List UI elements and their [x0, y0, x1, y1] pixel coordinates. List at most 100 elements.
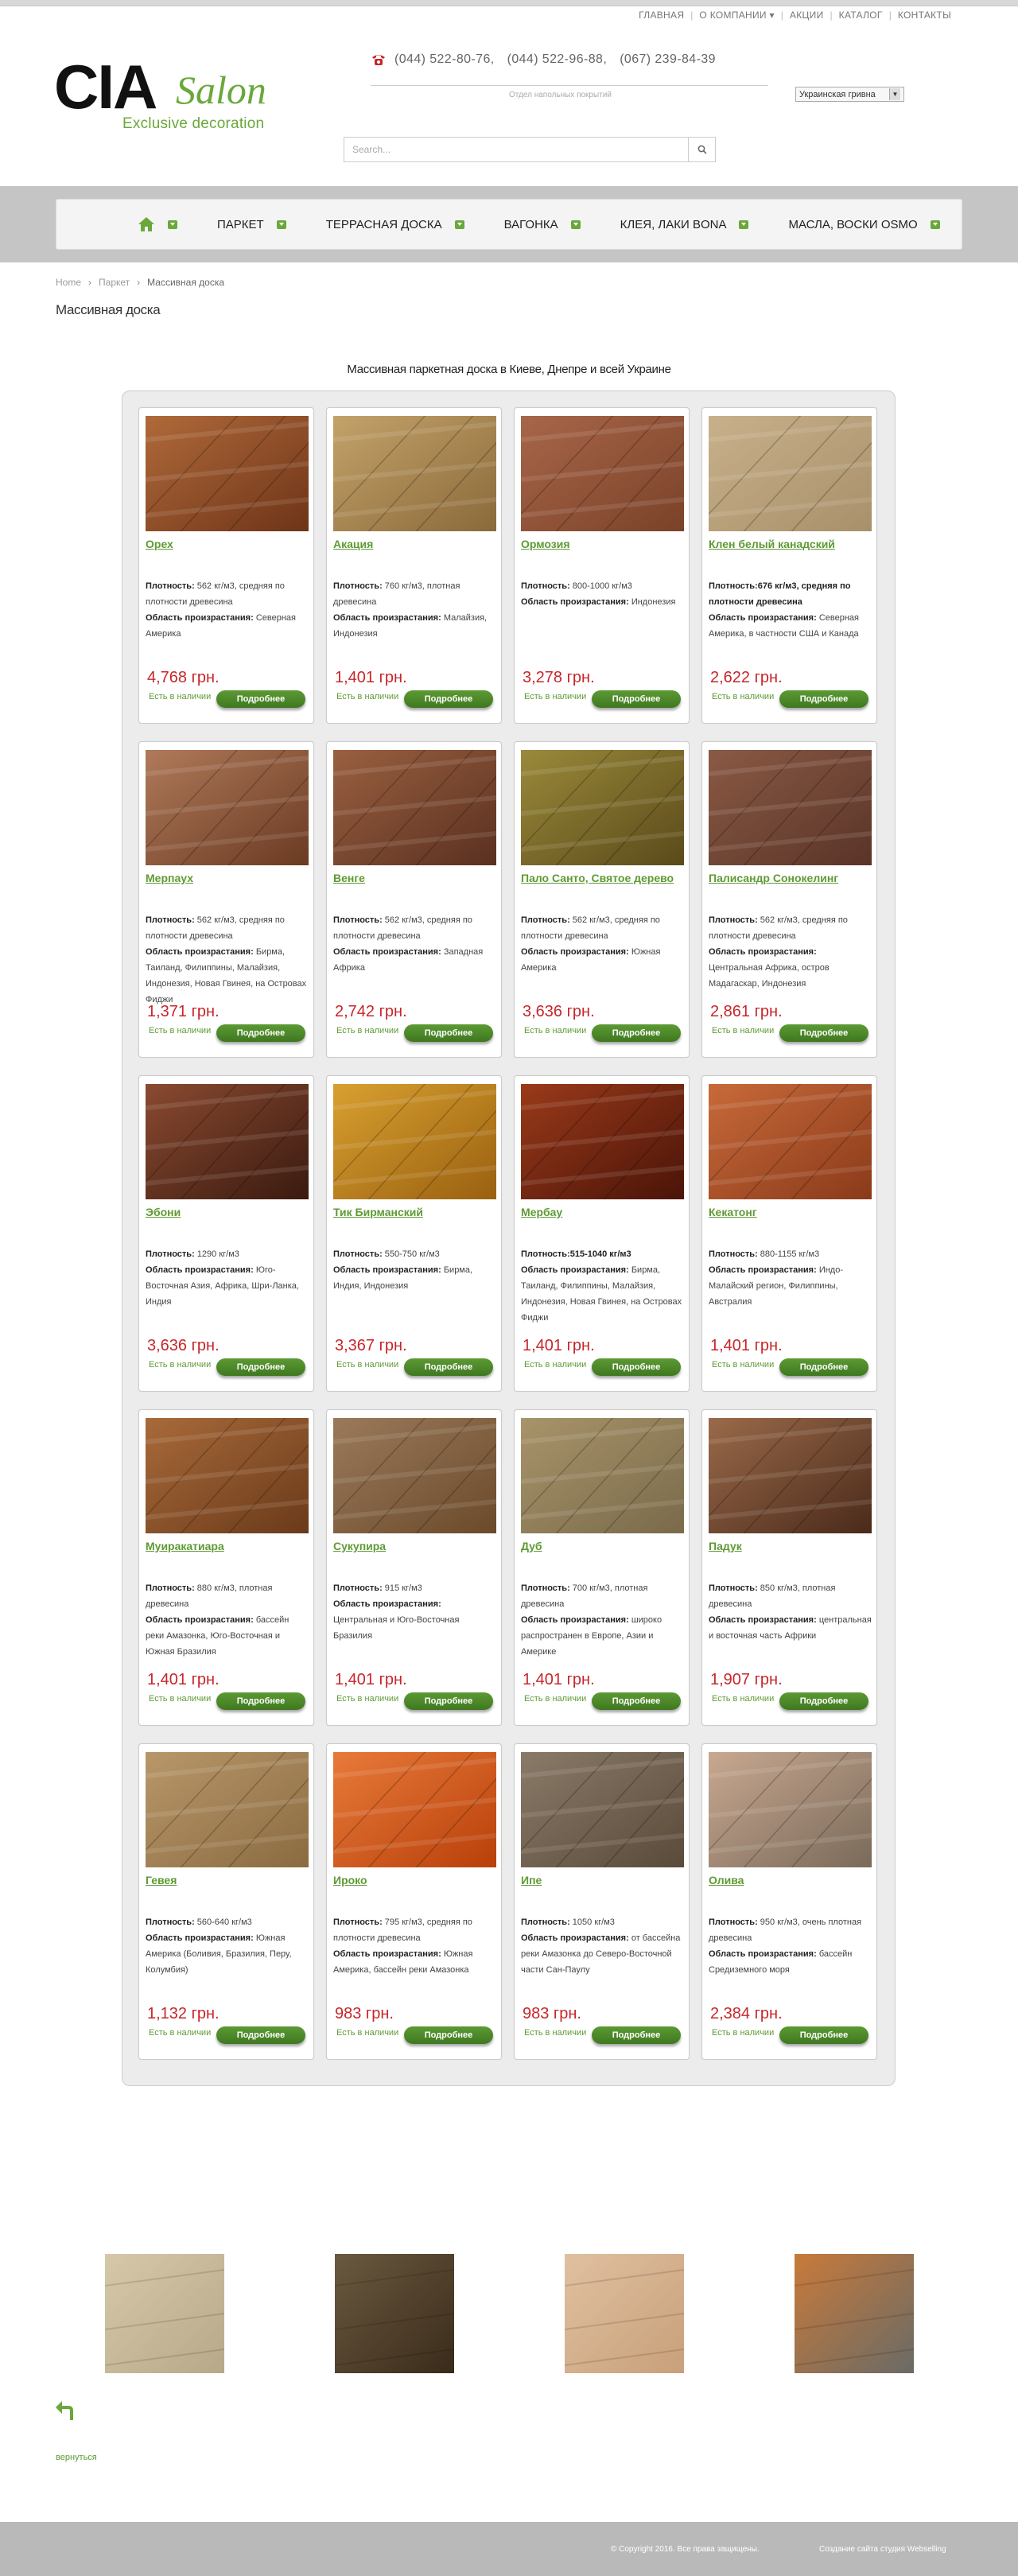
product-image[interactable]: [521, 1752, 684, 1867]
product-card[interactable]: Мербау Плотность:515-1040 кг/м3 Область пр…: [514, 1075, 690, 1392]
product-card[interactable]: Сукупира Плотность: 915 кг/м3 Область прои…: [326, 1409, 502, 1726]
details-button[interactable]: Подробнее: [216, 2026, 305, 2044]
product-image[interactable]: [709, 1752, 872, 1867]
footer-developer-link[interactable]: Создание сайта студия Webselling: [819, 2545, 946, 2554]
product-name-link[interactable]: Ормозия: [521, 538, 570, 551]
product-image[interactable]: [333, 416, 496, 531]
chevron-down-icon[interactable]: [930, 220, 940, 229]
details-button[interactable]: Подробнее: [216, 1692, 305, 1710]
product-image[interactable]: [521, 1084, 684, 1199]
product-image[interactable]: [521, 1418, 684, 1533]
product-card[interactable]: Кекатонг Плотность: 880-1155 кг/м3 Область…: [701, 1075, 877, 1392]
nav-terrace-board[interactable]: ТЕРРАСНАЯ ДОСКА: [326, 218, 464, 231]
product-image[interactable]: [333, 1418, 496, 1533]
gallery-thumbnail[interactable]: [335, 2254, 454, 2373]
details-button[interactable]: Подробнее: [779, 1692, 868, 1710]
product-card[interactable]: Пало Санто, Святое дерево Плотность: 562 …: [514, 741, 690, 1058]
product-name-link[interactable]: Орех: [146, 538, 173, 551]
details-button[interactable]: Подробнее: [404, 690, 493, 708]
chevron-down-icon[interactable]: [276, 220, 286, 229]
nav-bona[interactable]: КЛЕЯ, ЛАКИ BONA: [620, 218, 749, 231]
details-button[interactable]: Подробнее: [779, 690, 868, 708]
breadcrumb-home[interactable]: Home: [56, 277, 81, 288]
product-image[interactable]: [709, 1418, 872, 1533]
product-card[interactable]: Ипе Плотность: 1050 кг/м3 Область произрас…: [514, 1743, 690, 2060]
product-image[interactable]: [709, 416, 872, 531]
product-name-link[interactable]: Ироко: [333, 1874, 367, 1887]
nav-home[interactable]: [138, 216, 177, 232]
product-name-link[interactable]: Гевея: [146, 1874, 177, 1887]
details-button[interactable]: Подробнее: [592, 1692, 681, 1710]
search-button[interactable]: [688, 138, 715, 161]
details-button[interactable]: Подробнее: [404, 1024, 493, 1042]
gallery-thumbnail[interactable]: [565, 2254, 684, 2373]
product-card[interactable]: Орех Плотность: 562 кг/м3, средняя по пло…: [138, 407, 314, 724]
nav-lining[interactable]: ВАГОНКА: [504, 218, 581, 231]
details-button[interactable]: Подробнее: [216, 1024, 305, 1042]
product-card[interactable]: Гевея Плотность: 560-640 кг/м3 Область про…: [138, 1743, 314, 2060]
breadcrumb-parquet[interactable]: Паркет: [99, 277, 130, 288]
product-card[interactable]: Ормозия Плотность: 800-1000 кг/м3 Область …: [514, 407, 690, 724]
product-card[interactable]: Тик Бирманский Плотность: 550-750 кг/м3 Об…: [326, 1075, 502, 1392]
product-image[interactable]: [146, 750, 309, 865]
product-card[interactable]: Акация Плотность: 760 кг/м3, плотная древ…: [326, 407, 502, 724]
product-image[interactable]: [521, 416, 684, 531]
nav-osmo[interactable]: МАСЛА, ВОСКИ OSMO: [788, 218, 940, 231]
product-name-link[interactable]: Кекатонг: [709, 1206, 757, 1219]
topnav-about[interactable]: О КОМПАНИИ ▾: [693, 10, 780, 21]
product-image[interactable]: [709, 1084, 872, 1199]
product-name-link[interactable]: Пало Санто, Святое дерево: [521, 872, 674, 885]
product-card[interactable]: Венге Плотность: 562 кг/м3, средняя по пл…: [326, 741, 502, 1058]
product-card[interactable]: Ироко Плотность: 795 кг/м3, средняя по пл…: [326, 1743, 502, 2060]
product-image[interactable]: [146, 1752, 309, 1867]
product-card[interactable]: Эбони Плотность: 1290 кг/м3 Область произр…: [138, 1075, 314, 1392]
details-button[interactable]: Подробнее: [779, 1358, 868, 1376]
chevron-down-icon[interactable]: [570, 220, 581, 229]
product-image[interactable]: [709, 750, 872, 865]
product-card[interactable]: Олива Плотность: 950 кг/м3, очень плотная…: [701, 1743, 877, 2060]
chevron-down-icon[interactable]: [168, 220, 177, 229]
search-input[interactable]: Search...: [344, 138, 688, 161]
product-name-link[interactable]: Мербау: [521, 1206, 562, 1219]
details-button[interactable]: Подробнее: [404, 2026, 493, 2044]
details-button[interactable]: Подробнее: [779, 1024, 868, 1042]
product-name-link[interactable]: Акация: [333, 538, 373, 551]
details-button[interactable]: Подробнее: [592, 2026, 681, 2044]
details-button[interactable]: Подробнее: [592, 690, 681, 708]
details-button[interactable]: Подробнее: [592, 1358, 681, 1376]
details-button[interactable]: Подробнее: [216, 1358, 305, 1376]
topnav-catalog[interactable]: КАТАЛОГ: [833, 10, 889, 21]
product-card[interactable]: Клен белый канадский Плотность:676 кг/м3,…: [701, 407, 877, 724]
topnav-contacts[interactable]: КОНТАКТЫ: [892, 10, 958, 21]
product-name-link[interactable]: Венге: [333, 872, 365, 885]
back-arrow-icon[interactable]: [54, 2398, 78, 2422]
product-name-link[interactable]: Сукупира: [333, 1540, 386, 1553]
topnav-promotions[interactable]: АКЦИИ: [783, 10, 830, 21]
currency-select[interactable]: Украинская гривна ▼: [795, 87, 904, 102]
gallery-thumbnail[interactable]: [795, 2254, 914, 2373]
product-image[interactable]: [146, 1418, 309, 1533]
gallery-thumbnail[interactable]: [105, 2254, 224, 2373]
site-logo[interactable]: CIA Salon Exclusive decoration: [54, 56, 277, 135]
product-card[interactable]: Дуб Плотность: 700 кг/м3, плотная древеси…: [514, 1409, 690, 1726]
product-name-link[interactable]: Клен белый канадский: [709, 538, 835, 551]
product-card[interactable]: Падук Плотность: 850 кг/м3, плотная древе…: [701, 1409, 877, 1726]
product-name-link[interactable]: Ипе: [521, 1874, 542, 1887]
details-button[interactable]: Подробнее: [216, 690, 305, 708]
product-name-link[interactable]: Тик Бирманский: [333, 1206, 423, 1219]
details-button[interactable]: Подробнее: [404, 1692, 493, 1710]
chevron-down-icon[interactable]: [739, 220, 749, 229]
back-link[interactable]: вернуться: [56, 2453, 97, 2462]
topnav-home[interactable]: ГЛАВНАЯ: [632, 10, 690, 21]
product-image[interactable]: [333, 750, 496, 865]
product-name-link[interactable]: Муиракатиара: [146, 1540, 224, 1553]
details-button[interactable]: Подробнее: [592, 1024, 681, 1042]
product-name-link[interactable]: Падук: [709, 1540, 742, 1553]
product-card[interactable]: Муиракатиара Плотность: 880 кг/м3, плотна…: [138, 1409, 314, 1726]
product-name-link[interactable]: Эбони: [146, 1206, 181, 1219]
details-button[interactable]: Подробнее: [779, 2026, 868, 2044]
details-button[interactable]: Подробнее: [404, 1358, 493, 1376]
product-card[interactable]: Мерпаух Плотность: 562 кг/м3, средняя по …: [138, 741, 314, 1058]
product-image[interactable]: [146, 416, 309, 531]
chevron-down-icon[interactable]: [454, 220, 464, 229]
